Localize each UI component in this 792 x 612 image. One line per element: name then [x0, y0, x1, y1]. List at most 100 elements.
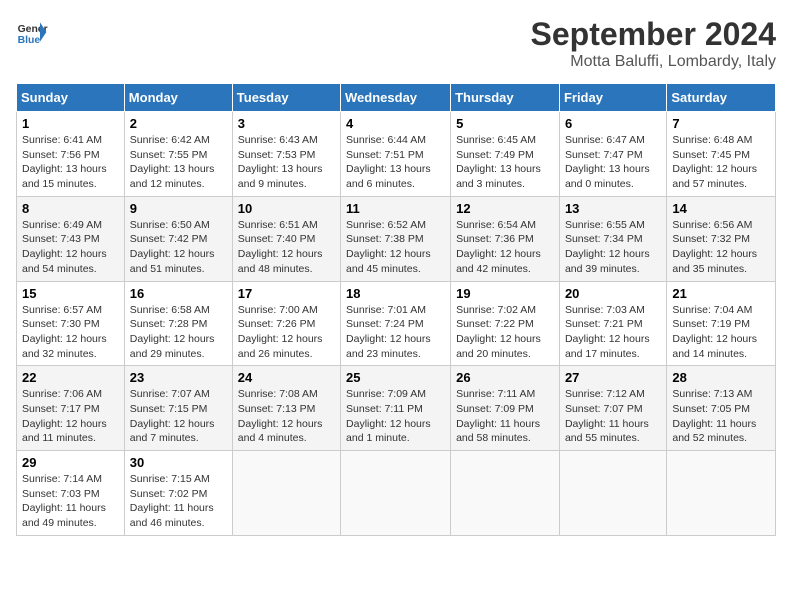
day-info: Sunrise: 6:48 AM Sunset: 7:45 PM Dayligh… — [672, 133, 770, 192]
day-number: 10 — [238, 201, 335, 216]
week-row-3: 15 Sunrise: 6:57 AM Sunset: 7:30 PM Dayli… — [17, 281, 776, 366]
day-cell: 12 Sunrise: 6:54 AM Sunset: 7:36 PM Dayli… — [451, 196, 560, 281]
day-cell: 28 Sunrise: 7:13 AM Sunset: 7:05 PM Dayli… — [667, 366, 776, 451]
title-area: September 2024 Motta Baluffi, Lombardy, … — [531, 16, 776, 71]
day-info: Sunrise: 6:58 AM Sunset: 7:28 PM Dayligh… — [130, 303, 227, 362]
logo-icon: General Blue — [16, 16, 48, 48]
header: General Blue September 2024 Motta Baluff… — [16, 16, 776, 71]
day-info: Sunrise: 7:02 AM Sunset: 7:22 PM Dayligh… — [456, 303, 554, 362]
day-cell: 23Sunrise: 7:07 AM Sunset: 7:15 PM Dayli… — [124, 366, 232, 451]
day-info: Sunrise: 7:04 AM Sunset: 7:19 PM Dayligh… — [672, 303, 770, 362]
day-cell: 14 Sunrise: 6:56 AM Sunset: 7:32 PM Dayli… — [667, 196, 776, 281]
day-info: Sunrise: 7:14 AM Sunset: 7:03 PM Dayligh… — [22, 472, 119, 531]
day-cell: 11 Sunrise: 6:52 AM Sunset: 7:38 PM Dayli… — [341, 196, 451, 281]
day-cell: 25 Sunrise: 7:09 AM Sunset: 7:11 PM Dayli… — [341, 366, 451, 451]
day-info: Sunrise: 7:12 AM Sunset: 7:07 PM Dayligh… — [565, 387, 661, 446]
day-info: Sunrise: 7:09 AM Sunset: 7:11 PM Dayligh… — [346, 387, 445, 446]
day-info: Sunrise: 6:52 AM Sunset: 7:38 PM Dayligh… — [346, 218, 445, 277]
day-number: 7 — [672, 116, 770, 131]
day-number: 16 — [130, 286, 227, 301]
svg-text:Blue: Blue — [18, 35, 41, 46]
day-cell: 19 Sunrise: 7:02 AM Sunset: 7:22 PM Dayli… — [451, 281, 560, 366]
day-cell: 13Sunrise: 6:55 AM Sunset: 7:34 PM Dayli… — [559, 196, 666, 281]
day-cell: 2Sunrise: 6:42 AM Sunset: 7:55 PM Daylig… — [124, 112, 232, 197]
day-number: 26 — [456, 370, 554, 385]
day-number: 19 — [456, 286, 554, 301]
day-info: Sunrise: 6:55 AM Sunset: 7:34 PM Dayligh… — [565, 218, 661, 277]
day-cell: 30 Sunrise: 7:15 AM Sunset: 7:02 PM Dayli… — [124, 451, 232, 536]
column-header-friday: Friday — [559, 84, 666, 112]
day-number: 27 — [565, 370, 661, 385]
day-info: Sunrise: 7:15 AM Sunset: 7:02 PM Dayligh… — [130, 472, 227, 531]
day-number: 20 — [565, 286, 661, 301]
day-info: Sunrise: 6:57 AM Sunset: 7:30 PM Dayligh… — [22, 303, 119, 362]
day-info: Sunrise: 6:47 AM Sunset: 7:47 PM Dayligh… — [565, 133, 661, 192]
day-cell: 3 Sunrise: 6:43 AM Sunset: 7:53 PM Daylig… — [232, 112, 340, 197]
day-cell — [559, 451, 666, 536]
day-number: 17 — [238, 286, 335, 301]
day-cell: 1Sunrise: 6:41 AM Sunset: 7:56 PM Daylig… — [17, 112, 125, 197]
day-number: 25 — [346, 370, 445, 385]
day-cell — [232, 451, 340, 536]
day-info: Sunrise: 6:51 AM Sunset: 7:40 PM Dayligh… — [238, 218, 335, 277]
month-title: September 2024 — [531, 16, 776, 53]
day-number: 11 — [346, 201, 445, 216]
day-number: 23 — [130, 370, 227, 385]
day-number: 18 — [346, 286, 445, 301]
calendar-body: 1Sunrise: 6:41 AM Sunset: 7:56 PM Daylig… — [17, 112, 776, 536]
day-cell: 15 Sunrise: 6:57 AM Sunset: 7:30 PM Dayli… — [17, 281, 125, 366]
day-cell: 9Sunrise: 6:50 AM Sunset: 7:42 PM Daylig… — [124, 196, 232, 281]
day-info: Sunrise: 7:01 AM Sunset: 7:24 PM Dayligh… — [346, 303, 445, 362]
day-info: Sunrise: 7:13 AM Sunset: 7:05 PM Dayligh… — [672, 387, 770, 446]
column-header-thursday: Thursday — [451, 84, 560, 112]
day-info: Sunrise: 6:41 AM Sunset: 7:56 PM Dayligh… — [22, 133, 119, 192]
day-cell: 27 Sunrise: 7:12 AM Sunset: 7:07 PM Dayli… — [559, 366, 666, 451]
day-info: Sunrise: 6:45 AM Sunset: 7:49 PM Dayligh… — [456, 133, 554, 192]
day-cell: 24Sunrise: 7:08 AM Sunset: 7:13 PM Dayli… — [232, 366, 340, 451]
day-info: Sunrise: 7:00 AM Sunset: 7:26 PM Dayligh… — [238, 303, 335, 362]
day-cell: 17 Sunrise: 7:00 AM Sunset: 7:26 PM Dayli… — [232, 281, 340, 366]
column-header-monday: Monday — [124, 84, 232, 112]
day-cell: 18 Sunrise: 7:01 AM Sunset: 7:24 PM Dayli… — [341, 281, 451, 366]
day-cell: 20 Sunrise: 7:03 AM Sunset: 7:21 PM Dayli… — [559, 281, 666, 366]
day-cell: 26Sunrise: 7:11 AM Sunset: 7:09 PM Dayli… — [451, 366, 560, 451]
day-number: 24 — [238, 370, 335, 385]
day-info: Sunrise: 6:56 AM Sunset: 7:32 PM Dayligh… — [672, 218, 770, 277]
week-row-1: 1Sunrise: 6:41 AM Sunset: 7:56 PM Daylig… — [17, 112, 776, 197]
day-cell: 6Sunrise: 6:47 AM Sunset: 7:47 PM Daylig… — [559, 112, 666, 197]
day-cell: 29 Sunrise: 7:14 AM Sunset: 7:03 PM Dayli… — [17, 451, 125, 536]
day-info: Sunrise: 7:03 AM Sunset: 7:21 PM Dayligh… — [565, 303, 661, 362]
day-number: 9 — [130, 201, 227, 216]
day-number: 15 — [22, 286, 119, 301]
day-number: 21 — [672, 286, 770, 301]
week-row-2: 8Sunrise: 6:49 AM Sunset: 7:43 PM Daylig… — [17, 196, 776, 281]
day-cell: 10 Sunrise: 6:51 AM Sunset: 7:40 PM Dayli… — [232, 196, 340, 281]
day-info: Sunrise: 6:43 AM Sunset: 7:53 PM Dayligh… — [238, 133, 335, 192]
day-cell — [451, 451, 560, 536]
day-number: 12 — [456, 201, 554, 216]
column-header-sunday: Sunday — [17, 84, 125, 112]
day-number: 2 — [130, 116, 227, 131]
day-cell: 4Sunrise: 6:44 AM Sunset: 7:51 PM Daylig… — [341, 112, 451, 197]
day-number: 22 — [22, 370, 119, 385]
day-number: 28 — [672, 370, 770, 385]
week-row-4: 22 Sunrise: 7:06 AM Sunset: 7:17 PM Dayli… — [17, 366, 776, 451]
day-cell: 7 Sunrise: 6:48 AM Sunset: 7:45 PM Daylig… — [667, 112, 776, 197]
calendar-table: SundayMondayTuesdayWednesdayThursdayFrid… — [16, 83, 776, 536]
calendar-header-row: SundayMondayTuesdayWednesdayThursdayFrid… — [17, 84, 776, 112]
day-number: 30 — [130, 455, 227, 470]
day-number: 4 — [346, 116, 445, 131]
day-info: Sunrise: 7:06 AM Sunset: 7:17 PM Dayligh… — [22, 387, 119, 446]
column-header-saturday: Saturday — [667, 84, 776, 112]
day-cell: 8Sunrise: 6:49 AM Sunset: 7:43 PM Daylig… — [17, 196, 125, 281]
day-number: 3 — [238, 116, 335, 131]
logo: General Blue — [16, 16, 48, 48]
day-info: Sunrise: 6:49 AM Sunset: 7:43 PM Dayligh… — [22, 218, 119, 277]
day-info: Sunrise: 6:54 AM Sunset: 7:36 PM Dayligh… — [456, 218, 554, 277]
day-number: 29 — [22, 455, 119, 470]
day-cell: 22 Sunrise: 7:06 AM Sunset: 7:17 PM Dayli… — [17, 366, 125, 451]
column-header-wednesday: Wednesday — [341, 84, 451, 112]
day-number: 14 — [672, 201, 770, 216]
day-number: 5 — [456, 116, 554, 131]
day-cell — [341, 451, 451, 536]
